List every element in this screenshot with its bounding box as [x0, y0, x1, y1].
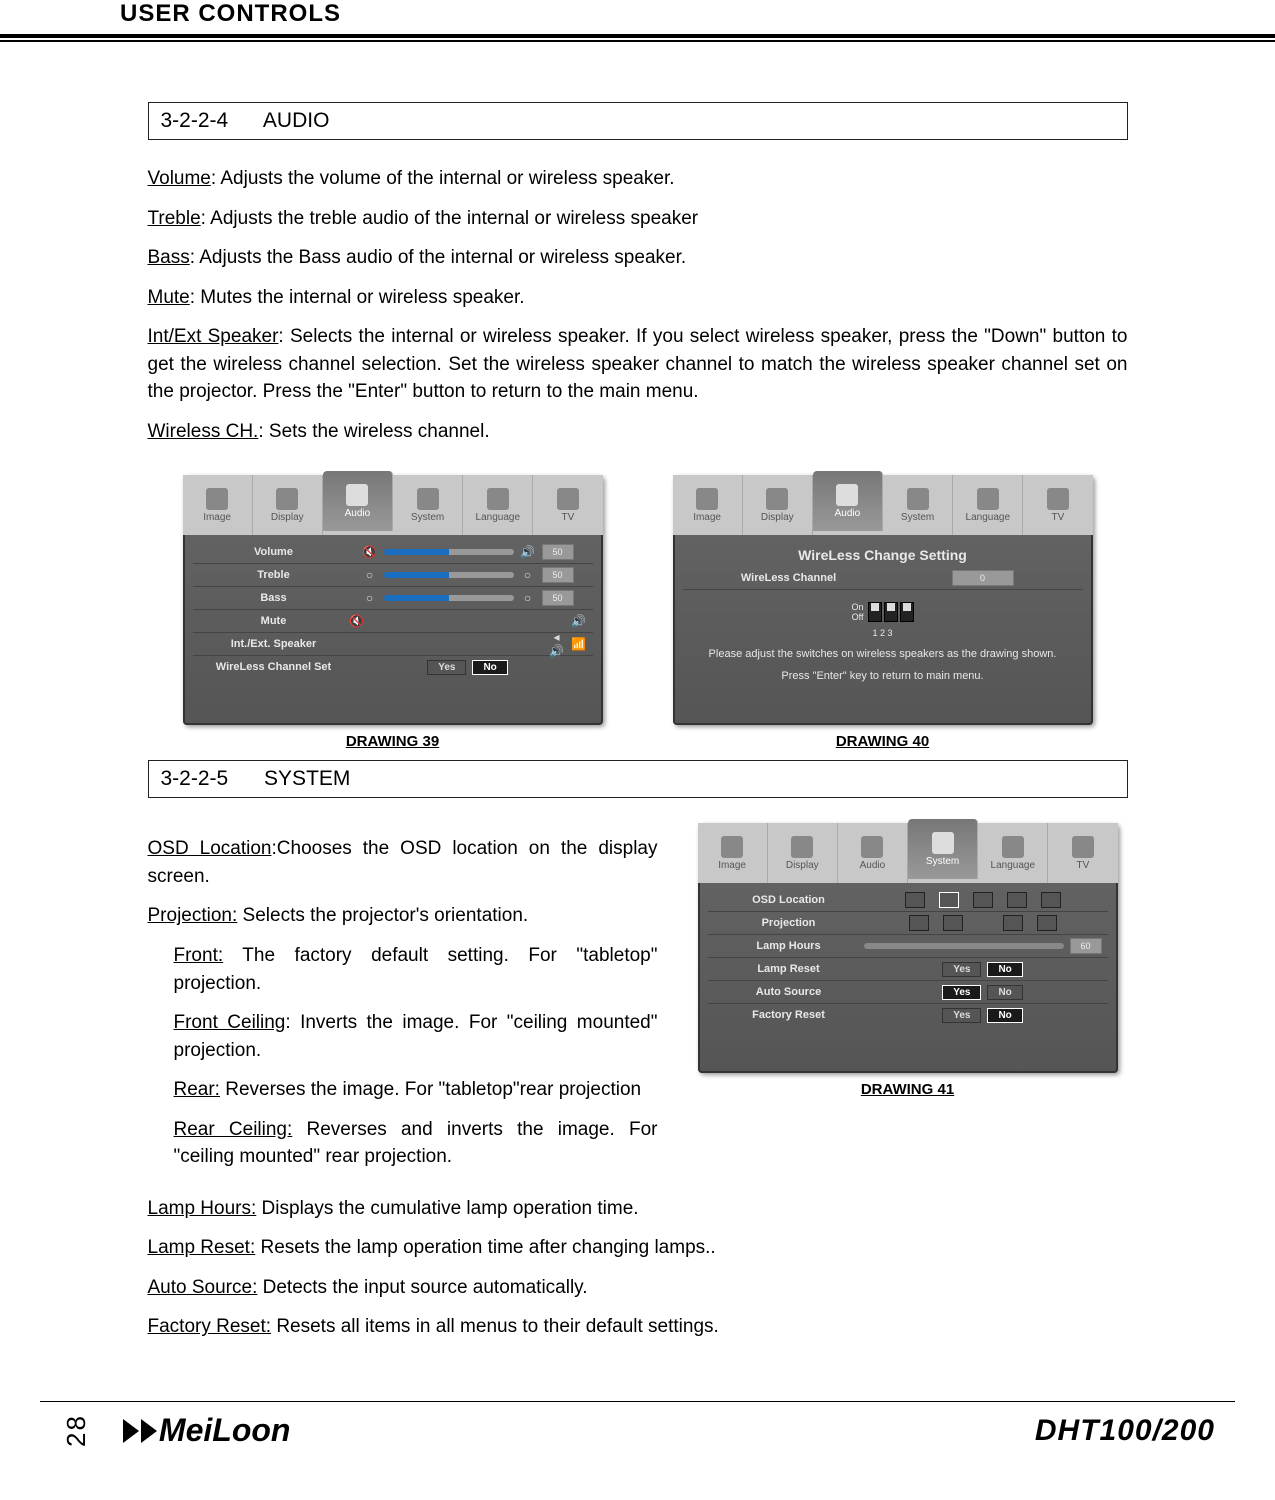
- rule: [0, 34, 1275, 38]
- osd-tab-language: Language: [978, 823, 1048, 883]
- osd-pos-icon: [905, 892, 925, 908]
- brand-logo: MeiLoon: [123, 1412, 291, 1449]
- osd-tab-system: System: [393, 475, 463, 535]
- osd-row-lampreset: Lamp ResetYesNo: [708, 958, 1108, 981]
- osd-tab-image: Image: [183, 475, 253, 535]
- osd-row-projection: Projection: [708, 912, 1108, 935]
- caption-drawing40: DRAWING 40: [673, 733, 1093, 750]
- osd-row-osdloc: OSD Location: [708, 889, 1108, 912]
- section-number: 3-2-2-5: [161, 767, 229, 790]
- osd-tab-audio: Audio: [838, 823, 908, 883]
- proj-mode-icon: [1037, 915, 1057, 931]
- osd-wireless-msg2: Press "Enter" key to return to main menu…: [703, 670, 1063, 682]
- proj-mode-icon: [943, 915, 963, 931]
- internal-speaker-icon: ◂🔊: [549, 636, 565, 652]
- osd-pos-icon: [1007, 892, 1027, 908]
- osd-pos-icon: [1041, 892, 1061, 908]
- para-rear: Rear: Reverses the image. For "tabletop"…: [174, 1076, 658, 1104]
- osd-row-wlset: WireLess Channel SetYesNo: [193, 656, 593, 678]
- section-name: SYSTEM: [264, 767, 350, 790]
- section-audio-title: 3-2-2-4 AUDIO: [148, 102, 1128, 140]
- para-treble: Treble: Adjusts the treble audio of the …: [148, 205, 1128, 233]
- osd-row-treble: Treble50: [193, 564, 593, 587]
- para-osdloc: OSD Location:Chooses the OSD location on…: [148, 835, 658, 890]
- mute-on-icon: [571, 613, 587, 629]
- osd-tab-language: Language: [953, 475, 1023, 535]
- para-rearceiling: Rear Ceiling: Reverses and inverts the i…: [174, 1116, 658, 1171]
- section-name: AUDIO: [263, 109, 330, 132]
- osd-row-volume: Volume50: [193, 541, 593, 564]
- page-header: USER CONTROLS: [0, 0, 1275, 28]
- para-lamphours: Lamp Hours: Displays the cumulative lamp…: [148, 1195, 1128, 1223]
- osd-row-autosource: Auto SourceYesNo: [708, 981, 1108, 1004]
- para-autosource: Auto Source: Detects the input source au…: [148, 1274, 1128, 1302]
- volume-low-icon: [362, 544, 378, 560]
- rule: [0, 40, 1275, 42]
- page-number: 28: [61, 1414, 92, 1447]
- osd-wireless-msg1: Please adjust the switches on wireless s…: [703, 648, 1063, 660]
- section-number: 3-2-2-4: [161, 109, 229, 132]
- section-system-title: 3-2-2-5 SYSTEM: [148, 760, 1128, 798]
- para-mute: Mute: Mutes the internal or wireless spe…: [148, 284, 1128, 312]
- osd-tab-image: Image: [698, 823, 768, 883]
- para-bass: Bass: Adjusts the Bass audio of the inte…: [148, 244, 1128, 272]
- para-projection: Projection: Selects the projector's orie…: [148, 902, 658, 930]
- para-wireless: Wireless CH.: Sets the wireless channel.: [148, 418, 1128, 446]
- para-factoryreset: Factory Reset: Resets all items in all m…: [148, 1313, 1128, 1341]
- para-lampreset: Lamp Reset: Resets the lamp operation ti…: [148, 1234, 1128, 1262]
- osd-row-factoryreset: Factory ResetYesNo: [708, 1004, 1108, 1026]
- osd-tab-language: Language: [463, 475, 533, 535]
- osd-row-bass: Bass50: [193, 587, 593, 610]
- osd-tab-image: Image: [673, 475, 743, 535]
- logo-triangle-icon: [123, 1419, 139, 1443]
- osd-pos-icon: [939, 892, 959, 908]
- osd-pos-icon: [973, 892, 993, 908]
- osd-tab-display: Display: [768, 823, 838, 883]
- model-number: DHT100/200: [1035, 1414, 1215, 1448]
- osd-tab-system: System: [908, 819, 978, 879]
- osd-wireless-title: WireLess Change Setting: [683, 547, 1083, 563]
- osd-tab-display: Display: [743, 475, 813, 535]
- osd-wireless-screenshot: Image Display Audio System Language TV W…: [673, 475, 1093, 725]
- para-frontceiling: Front Ceiling: Inverts the image. For "c…: [174, 1009, 658, 1064]
- para-front: Front: The factory default setting. For …: [174, 942, 658, 997]
- proj-mode-icon: [1003, 915, 1023, 931]
- osd-audio-screenshot: Image Display Audio System Language TV V…: [183, 475, 603, 725]
- logo-triangle-icon: [141, 1419, 157, 1443]
- proj-mode-icon: [909, 915, 929, 931]
- osd-row-mute: Mute: [193, 610, 593, 633]
- osd-row-wlchannel: WireLess Channel0: [683, 567, 1083, 590]
- osd-tab-audio: Audio: [323, 471, 393, 531]
- osd-tab-system: System: [883, 475, 953, 535]
- caption-drawing39: DRAWING 39: [183, 733, 603, 750]
- osd-tab-tv: TV: [1023, 475, 1092, 535]
- osd-tab-display: Display: [253, 475, 323, 535]
- osd-system-screenshot: Image Display Audio System Language TV O…: [698, 823, 1118, 1073]
- dip-switch-icon: [868, 602, 914, 622]
- volume-high-icon: [520, 544, 536, 560]
- osd-tab-audio: Audio: [813, 471, 883, 531]
- para-intext: Int/Ext Speaker: Selects the internal or…: [148, 323, 1128, 406]
- osd-tab-tv: TV: [533, 475, 602, 535]
- para-volume: Volume: Adjusts the volume of the intern…: [148, 165, 1128, 193]
- caption-drawing41: DRAWING 41: [688, 1081, 1128, 1098]
- osd-tab-tv: TV: [1048, 823, 1117, 883]
- osd-row-intext: Int./Ext. Speaker◂🔊📶: [193, 633, 593, 656]
- mute-off-icon: [349, 613, 365, 629]
- external-speaker-icon: 📶: [571, 636, 587, 652]
- osd-row-lamphours: Lamp Hours60: [708, 935, 1108, 958]
